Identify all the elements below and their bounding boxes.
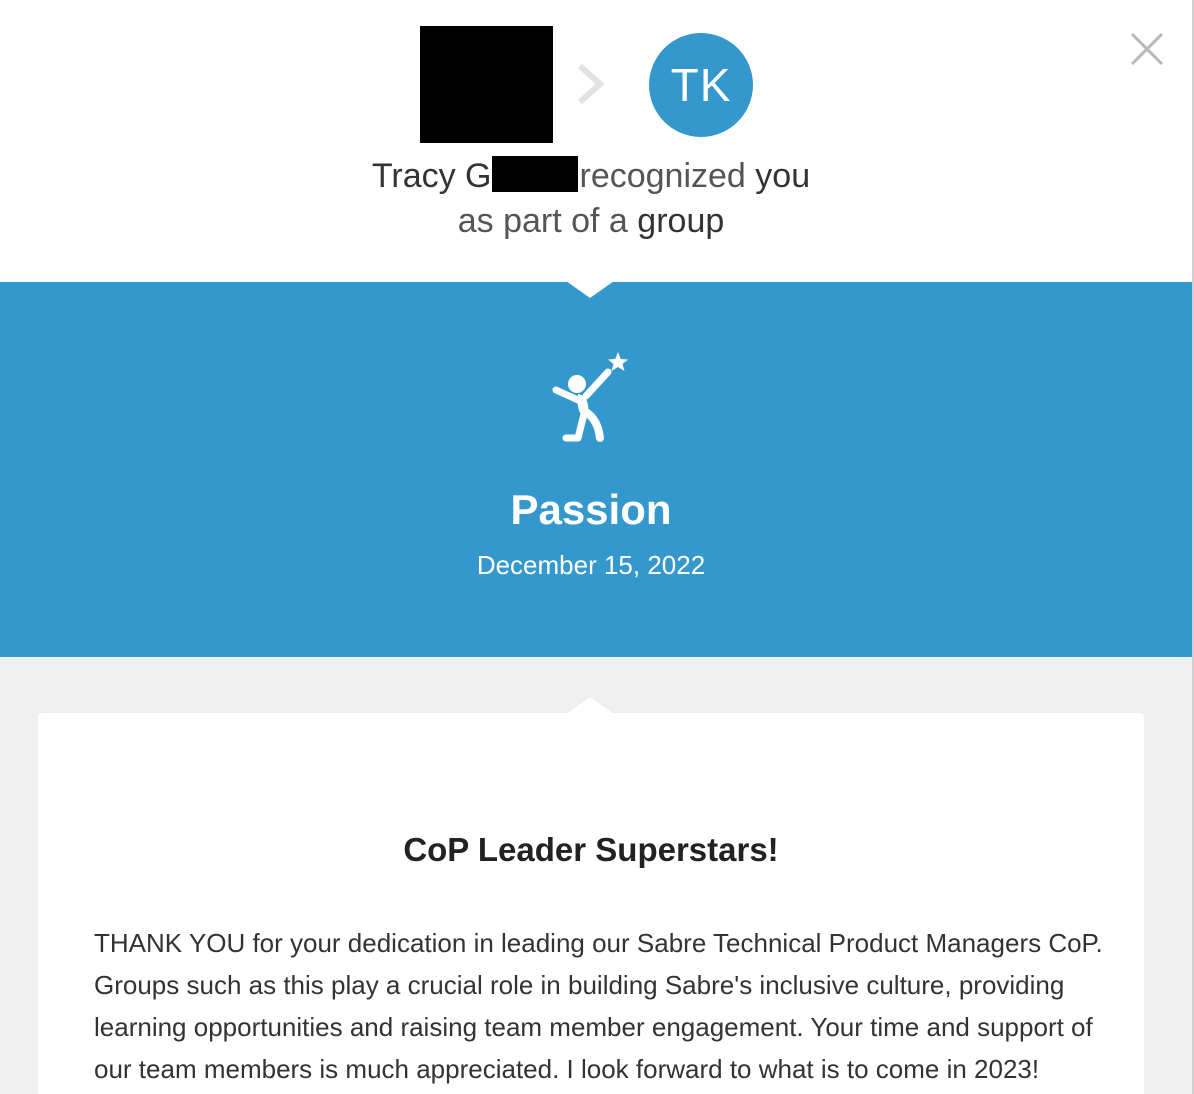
card-notch [566, 697, 614, 714]
headline-line-1: Tracy G recognized you [0, 154, 1182, 199]
recipient-avatar: TK [649, 33, 753, 137]
headline-line-2: as part of a group [0, 199, 1182, 244]
award-date: December 15, 2022 [476, 550, 706, 580]
message-card: CoP Leader Superstars! THANK YOU for you… [38, 697, 1144, 1094]
banner-notch [566, 281, 614, 298]
sender-avatar [420, 26, 553, 143]
redacted-block [491, 156, 578, 192]
reaching-star-icon [548, 350, 638, 450]
headline-verb: recognized [579, 157, 746, 195]
recognition-modal: TK Tracy G recognized you as part of a gr… [0, 0, 1194, 1094]
headline-line2-prefix: as part of a [457, 202, 628, 240]
close-icon [1130, 32, 1164, 66]
message-body: THANK YOU for your dedication in leading… [94, 928, 1103, 1084]
message-area: CoP Leader Superstars! THANK YOU for you… [0, 657, 1192, 1094]
value-banner [0, 281, 1192, 657]
recipient-initials: TK [670, 59, 732, 111]
headline-you: you [755, 157, 811, 195]
value-name: Passion [510, 486, 672, 533]
group-link[interactable]: group [637, 202, 724, 240]
message-title: CoP Leader Superstars! [403, 831, 779, 868]
sender-name[interactable]: Tracy G [372, 157, 492, 195]
close-button[interactable] [1126, 28, 1168, 70]
recognition-headline: Tracy G recognized you as part of a group [0, 154, 1182, 244]
recognition-header: TK Tracy G recognized you as part of a gr… [0, 0, 1192, 282]
chevron-right-icon [572, 60, 608, 108]
